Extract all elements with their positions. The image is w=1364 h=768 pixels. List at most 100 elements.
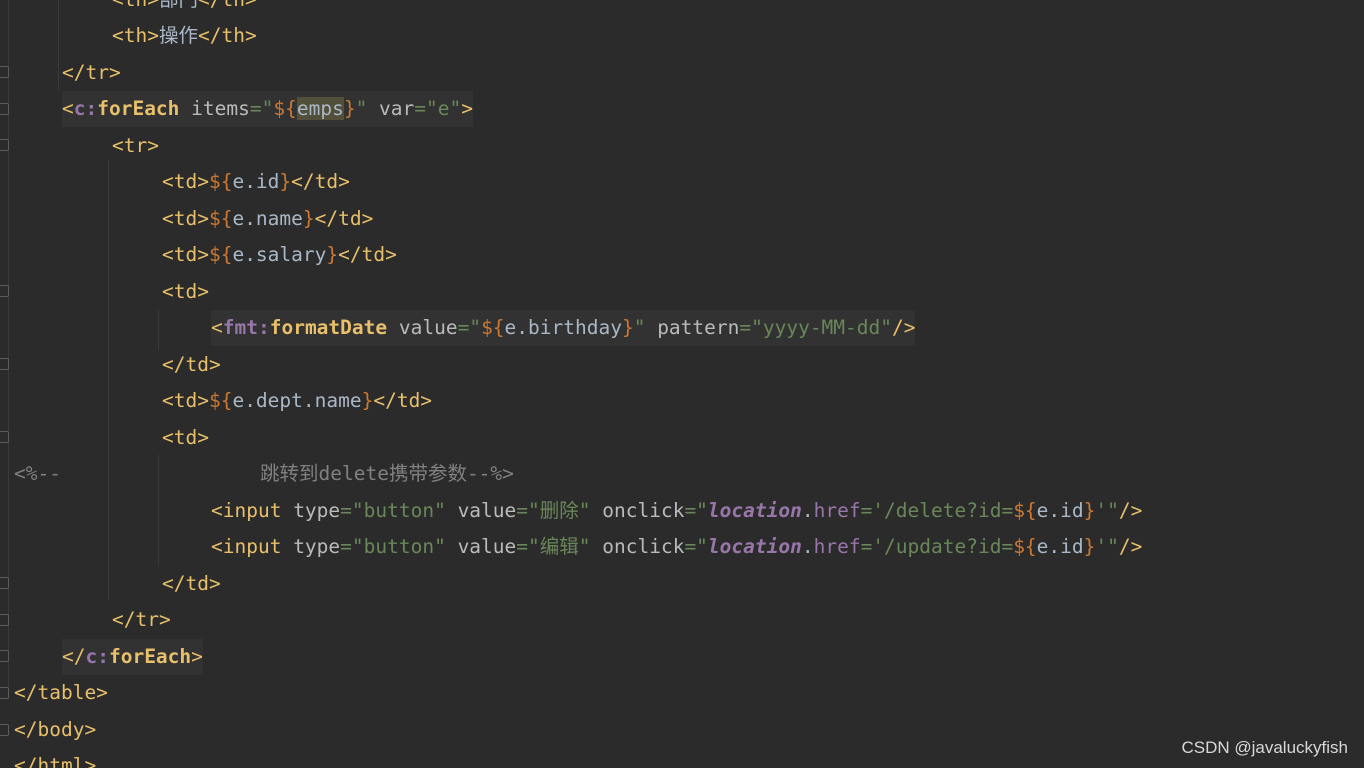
code-token: href bbox=[813, 499, 861, 522]
indent-guide bbox=[158, 310, 159, 350]
code-line: </td> bbox=[162, 347, 221, 383]
code-editor[interactable]: <th>部门</th> <th>操作</th> </tr> <c:forEach… bbox=[0, 0, 1364, 768]
fold-marker-icon[interactable] bbox=[0, 724, 9, 736]
code-token: ${ bbox=[208, 207, 233, 230]
code-token: '" bbox=[1095, 535, 1119, 558]
code-token: value bbox=[445, 499, 517, 522]
code-token: } bbox=[1083, 499, 1096, 522]
code-line: <td>${e.id}</td> bbox=[162, 164, 350, 200]
code-token: <td> bbox=[162, 389, 209, 412]
code-token: </tr> bbox=[62, 61, 121, 84]
code-token: </td> bbox=[373, 389, 433, 412]
fold-marker-icon[interactable] bbox=[0, 285, 9, 297]
code-token: /> bbox=[1118, 535, 1143, 558]
code-token: </th> bbox=[197, 24, 257, 47]
code-token: e.dept.name bbox=[232, 389, 362, 412]
code-token: =" bbox=[684, 499, 708, 522]
code-token: </td> bbox=[338, 243, 397, 266]
code-token: ="button" bbox=[340, 499, 446, 522]
code-token: " bbox=[355, 97, 368, 120]
fold-marker-icon[interactable] bbox=[0, 103, 9, 115]
fold-marker-icon[interactable] bbox=[0, 650, 9, 662]
code-token: ="编辑" bbox=[516, 535, 591, 558]
fold-marker-icon[interactable] bbox=[0, 431, 9, 443]
code-token: <td> bbox=[162, 426, 209, 449]
code-token: > bbox=[191, 645, 203, 668]
code-token: =" bbox=[457, 316, 482, 339]
fold-marker-icon[interactable] bbox=[0, 66, 9, 78]
fold-marker-icon[interactable] bbox=[0, 139, 9, 151]
code-token: " bbox=[633, 316, 646, 339]
code-token: formatDate bbox=[269, 316, 388, 339]
code-line: <td> bbox=[162, 274, 209, 310]
code-token: < bbox=[62, 97, 74, 120]
code-line: </table> bbox=[14, 675, 108, 711]
code-token: </tr> bbox=[112, 608, 171, 631]
code-token: } bbox=[1083, 535, 1096, 558]
comment-prefix-text: <%-- bbox=[14, 462, 61, 485]
code-token: </html> bbox=[14, 754, 97, 768]
indent-guide bbox=[108, 160, 109, 600]
code-token: . bbox=[801, 499, 814, 522]
code-token: ="button" bbox=[340, 535, 446, 558]
code-line: <input type="button" value="删除" onclick=… bbox=[211, 493, 1142, 529]
code-token: 跳转到delete携带参数--%> bbox=[260, 462, 514, 485]
code-token: forEach bbox=[108, 645, 192, 668]
code-token: <td> bbox=[162, 170, 209, 193]
code-token: type bbox=[281, 535, 341, 558]
code-token: ${ bbox=[208, 243, 233, 266]
code-token: e.id bbox=[232, 170, 280, 193]
code-token: forEach bbox=[97, 97, 180, 120]
code-token: onclick bbox=[590, 535, 685, 558]
code-line: 跳转到delete携带参数--%> bbox=[260, 456, 514, 492]
code-token: 部门 bbox=[159, 0, 198, 11]
code-token: ='/update?id= bbox=[860, 535, 1014, 558]
fold-marker-icon[interactable] bbox=[0, 577, 9, 589]
code-token: <input bbox=[211, 499, 282, 522]
indent-guide bbox=[58, 0, 59, 90]
code-token: > bbox=[461, 97, 473, 120]
fold-marker-icon[interactable] bbox=[0, 358, 9, 370]
code-token: </ bbox=[62, 645, 86, 668]
code-line: <td>${e.dept.name}</td> bbox=[162, 383, 432, 419]
code-token: e.id bbox=[1036, 499, 1084, 522]
code-token: =" bbox=[249, 97, 274, 120]
code-token: pattern bbox=[645, 316, 740, 339]
code-line: <input type="button" value="编辑" onclick=… bbox=[211, 529, 1142, 565]
code-token: } bbox=[343, 97, 356, 120]
code-token: items bbox=[179, 97, 250, 120]
code-token: location bbox=[707, 535, 802, 558]
code-token: c: bbox=[73, 97, 98, 120]
code-token: fmt: bbox=[222, 316, 270, 339]
code-token: type bbox=[281, 499, 341, 522]
code-token: /> bbox=[892, 316, 916, 339]
code-token: } bbox=[621, 316, 634, 339]
code-token: 操作 bbox=[158, 24, 198, 47]
code-line: </tr> bbox=[112, 602, 171, 638]
code-token: } bbox=[302, 207, 315, 230]
code-token: } bbox=[279, 170, 292, 193]
code-token: ='/delete?id= bbox=[860, 499, 1014, 522]
code-line: <tr> bbox=[112, 128, 159, 164]
code-token: ="e" bbox=[414, 97, 462, 120]
code-line: <td>${e.name}</td> bbox=[162, 201, 373, 237]
code-token: '" bbox=[1095, 499, 1119, 522]
code-token: <td> bbox=[162, 243, 209, 266]
code-token: =" bbox=[684, 535, 708, 558]
code-token: ${ bbox=[481, 316, 505, 339]
code-token: href bbox=[813, 535, 861, 558]
fold-marker-icon[interactable] bbox=[0, 614, 9, 626]
code-token: ${ bbox=[1013, 499, 1037, 522]
watermark: CSDN @javaluckyfish bbox=[1181, 738, 1348, 757]
code-line: <c:forEach items="${emps}" var="e"> bbox=[62, 91, 473, 127]
code-token: <tr> bbox=[112, 134, 159, 157]
code-token: ="yyyy-MM-dd" bbox=[739, 316, 892, 339]
code-line: </td> bbox=[162, 566, 221, 602]
code-token: value bbox=[445, 535, 517, 558]
code-line: </tr> bbox=[62, 55, 121, 91]
fold-marker-icon[interactable] bbox=[0, 687, 9, 699]
code-token: < bbox=[211, 316, 223, 339]
code-line: <td> bbox=[162, 420, 209, 456]
code-token: <td> bbox=[162, 207, 209, 230]
indent-guide bbox=[158, 455, 159, 565]
